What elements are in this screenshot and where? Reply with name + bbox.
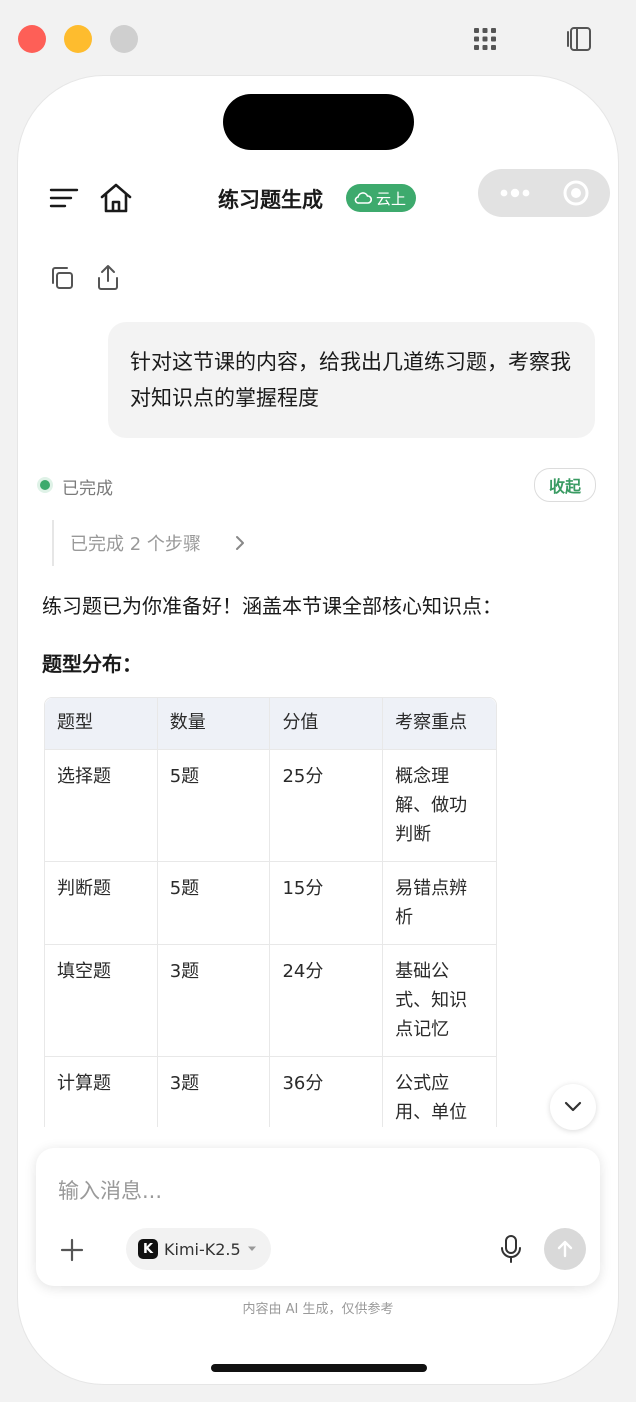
question-type-table: 题型 数量 分值 考察重点 选择题 5题 25分 概念理解、做功判断 判断题 5… (44, 697, 497, 1127)
more-icon[interactable] (498, 186, 532, 200)
table-header-row: 题型 数量 分值 考察重点 (45, 698, 496, 750)
phone-frame: 练习题生成 云上 针对这节课的内容，给我出几道练习题，考察我对知识点的掌握程度 … (18, 76, 618, 1384)
steps-label: 已完成 2 个步骤 (70, 534, 201, 555)
cloud-status-badge[interactable]: 云上 (346, 184, 417, 212)
close-window-button[interactable] (18, 25, 46, 53)
kimi-logo-icon: K (138, 1239, 158, 1259)
chevron-right-icon (236, 536, 244, 550)
model-name: Kimi-K2.5 (164, 1239, 241, 1259)
table-row: 计算题 3题 36分 公式应用、单位换算 (45, 1057, 496, 1127)
table-header-cell: 题型 (45, 698, 158, 750)
arrow-up-icon (557, 1240, 573, 1258)
badge-label: 云上 (376, 189, 407, 208)
table-cell: 公式应用、单位换算 (383, 1057, 496, 1127)
sidebar-toggle-icon[interactable] (564, 24, 594, 54)
table-row: 选择题 5题 25分 概念理解、做功判断 (45, 750, 496, 862)
scroll-to-bottom-button[interactable] (550, 1084, 596, 1130)
caret-down-icon (247, 1246, 256, 1251)
table-header-cell: 考察重点 (383, 698, 496, 750)
chevron-down-icon (564, 1101, 582, 1112)
table-cell: 5题 (157, 862, 271, 945)
table-cell: 判断题 (45, 862, 158, 945)
table-cell: 36分 (270, 1057, 384, 1127)
dynamic-island (223, 94, 414, 150)
copy-icon[interactable] (48, 264, 76, 292)
ai-disclaimer: 内容由 AI 生成，仅供参考 (242, 1302, 394, 1317)
table-cell: 5题 (157, 750, 271, 862)
message-actions (48, 262, 248, 296)
model-selector[interactable]: K Kimi-K2.5 (126, 1228, 271, 1270)
share-icon[interactable] (94, 262, 122, 292)
zoom-window-button[interactable] (110, 25, 138, 53)
table-row: 填空题 3题 24分 基础公式、知识点记忆 (45, 945, 496, 1057)
page-title: 练习题生成 (218, 188, 323, 212)
table-cell: 易错点辨析 (383, 862, 496, 945)
menu-icon[interactable] (48, 182, 80, 214)
nav-bar: 练习题生成 云上 (18, 164, 618, 234)
user-message-bubble: 针对这节课的内容，给我出几道练习题，考察我对知识点的掌握程度 (108, 322, 595, 438)
table-header-cell: 数量 (157, 698, 271, 750)
table-row: 判断题 5题 15分 易错点辨析 (45, 862, 496, 945)
table-header-cell: 分值 (270, 698, 384, 750)
distribution-table-container: 题型 数量 分值 考察重点 选择题 5题 25分 概念理解、做功判断 判断题 5… (44, 697, 497, 1127)
home-indicator[interactable] (211, 1364, 427, 1372)
table-cell: 3题 (158, 1057, 271, 1127)
microphone-icon[interactable] (500, 1234, 522, 1264)
close-miniapp-icon[interactable] (562, 179, 590, 207)
collapse-button[interactable]: 收起 (533, 468, 596, 502)
status-label: 已完成 (62, 479, 113, 499)
table-cell: 概念理解、做功判断 (383, 750, 496, 862)
section-heading: 题型分布： (42, 652, 142, 676)
send-button[interactable] (544, 1228, 586, 1270)
table-cell: 15分 (270, 862, 384, 945)
minimize-window-button[interactable] (64, 25, 92, 53)
ai-status-row: 已完成 收起 (40, 468, 596, 502)
status-dot (40, 480, 50, 490)
composer: K Kimi-K2.5 (36, 1148, 600, 1286)
table-cell: 25分 (270, 750, 384, 862)
grid-icon[interactable] (472, 26, 498, 52)
ai-intro-text: 练习题已为你准备好！涵盖本节课全部核心知识点： (42, 594, 502, 618)
table-cell: 24分 (270, 945, 384, 1057)
table-cell: 3题 (157, 945, 271, 1057)
table-cell: 基础公式、知识点记忆 (383, 945, 496, 1057)
cloud-icon (354, 192, 372, 204)
table-cell: 填空题 (45, 945, 158, 1057)
message-input[interactable] (56, 1172, 560, 1210)
plus-icon[interactable] (60, 1238, 84, 1262)
table-cell: 选择题 (45, 750, 158, 862)
home-icon[interactable] (98, 180, 134, 216)
steps-summary[interactable]: 已完成 2 个步骤 (52, 520, 354, 566)
table-cell: 计算题 (45, 1057, 158, 1127)
miniapp-capsule (478, 169, 610, 217)
